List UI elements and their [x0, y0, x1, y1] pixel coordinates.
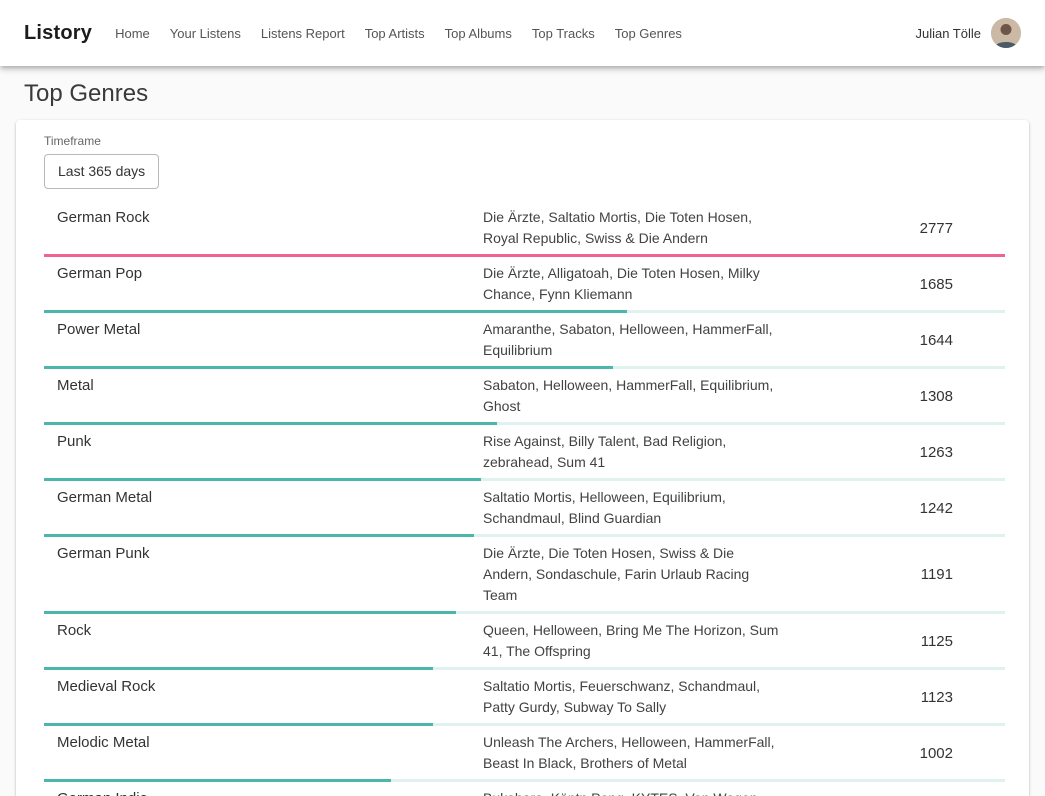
- nav-item-home[interactable]: Home: [106, 19, 159, 48]
- genre-artists: Saltatio Mortis, Feuerschwanz, Schandmau…: [483, 676, 783, 718]
- nav-item-listens-report[interactable]: Listens Report: [252, 19, 354, 48]
- genre-artists: Die Ärzte, Alligatoah, Die Toten Hosen, …: [483, 263, 783, 305]
- genre-count: 1685: [783, 276, 1005, 293]
- genre-row: Medieval RockSaltatio Mortis, Feuerschwa…: [44, 670, 1005, 726]
- genre-artists: Die Ärzte, Saltatio Mortis, Die Toten Ho…: [483, 207, 783, 249]
- genre-artists: Unleash The Archers, Helloween, HammerFa…: [483, 732, 783, 774]
- genre-name: German Punk: [44, 543, 483, 564]
- genre-name: Punk: [44, 431, 483, 452]
- genre-name: Melodic Metal: [44, 732, 483, 753]
- user-menu[interactable]: Julian Tölle: [915, 18, 1021, 48]
- user-avatar[interactable]: [991, 18, 1021, 48]
- genre-count: 1125: [783, 633, 1005, 650]
- genre-artists: Queen, Helloween, Bring Me The Horizon, …: [483, 620, 783, 662]
- genre-row: PunkRise Against, Billy Talent, Bad Reli…: [44, 425, 1005, 481]
- genre-name: Metal: [44, 375, 483, 396]
- nav-item-top-tracks[interactable]: Top Tracks: [523, 19, 604, 48]
- genre-artists: Bukahara, Käptn Peng, KYTES, Von Wegen L…: [483, 788, 783, 796]
- top-genres-card: Timeframe Last 365 days German RockDie Ä…: [16, 120, 1029, 796]
- genre-artists: Die Ärzte, Die Toten Hosen, Swiss & Die …: [483, 543, 783, 606]
- genre-name: Medieval Rock: [44, 676, 483, 697]
- genre-artists: Rise Against, Billy Talent, Bad Religion…: [483, 431, 783, 473]
- genre-artists: Amaranthe, Sabaton, Helloween, HammerFal…: [483, 319, 783, 361]
- genre-artists: Sabaton, Helloween, HammerFall, Equilibr…: [483, 375, 783, 417]
- page-content: Top Genres Timeframe Last 365 days Germa…: [0, 80, 1045, 796]
- timeframe-label: Timeframe: [44, 134, 1005, 148]
- genre-count: 1191: [783, 566, 1005, 583]
- genre-name: German Metal: [44, 487, 483, 508]
- genres-table: German RockDie Ärzte, Saltatio Mortis, D…: [44, 201, 1005, 796]
- user-name: Julian Tölle: [915, 26, 981, 41]
- nav-item-top-genres[interactable]: Top Genres: [606, 19, 691, 48]
- main-nav: HomeYour ListensListens ReportTop Artist…: [106, 19, 691, 48]
- genre-artists: Saltatio Mortis, Helloween, Equilibrium,…: [483, 487, 783, 529]
- genre-row: German RockDie Ärzte, Saltatio Mortis, D…: [44, 201, 1005, 257]
- genre-count: 1123: [783, 689, 1005, 706]
- genre-count: 1263: [783, 444, 1005, 461]
- timeframe-control: Timeframe Last 365 days: [44, 134, 1005, 189]
- genre-row: German PopDie Ärzte, Alligatoah, Die Tot…: [44, 257, 1005, 313]
- genre-row: MetalSabaton, Helloween, HammerFall, Equ…: [44, 369, 1005, 425]
- nav-item-your-listens[interactable]: Your Listens: [161, 19, 250, 48]
- nav-item-top-artists[interactable]: Top Artists: [356, 19, 434, 48]
- genre-name: German Indie: [44, 788, 483, 796]
- app-bar: Listory HomeYour ListensListens ReportTo…: [0, 0, 1045, 66]
- genre-name: German Rock: [44, 207, 483, 228]
- timeframe-select[interactable]: Last 365 days: [44, 154, 159, 189]
- genre-row: Power MetalAmaranthe, Sabaton, Helloween…: [44, 313, 1005, 369]
- page-title: Top Genres: [24, 80, 1021, 108]
- genre-count: 1242: [783, 500, 1005, 517]
- genre-row: German MetalSaltatio Mortis, Helloween, …: [44, 481, 1005, 537]
- genre-count: 2777: [783, 220, 1005, 237]
- genre-name: German Pop: [44, 263, 483, 284]
- genre-row: Melodic MetalUnleash The Archers, Hellow…: [44, 726, 1005, 782]
- genre-count: 1308: [783, 388, 1005, 405]
- genre-count: 1644: [783, 332, 1005, 349]
- genre-count: 1002: [783, 745, 1005, 762]
- genre-row: RockQueen, Helloween, Bring Me The Horiz…: [44, 614, 1005, 670]
- nav-item-top-albums[interactable]: Top Albums: [436, 19, 521, 48]
- avatar-image: [991, 18, 1021, 48]
- genre-name: Power Metal: [44, 319, 483, 340]
- genre-row: German PunkDie Ärzte, Die Toten Hosen, S…: [44, 537, 1005, 614]
- app-logo[interactable]: Listory: [24, 22, 92, 45]
- genre-row: German IndieBukahara, Käptn Peng, KYTES,…: [44, 782, 1005, 796]
- genre-name: Rock: [44, 620, 483, 641]
